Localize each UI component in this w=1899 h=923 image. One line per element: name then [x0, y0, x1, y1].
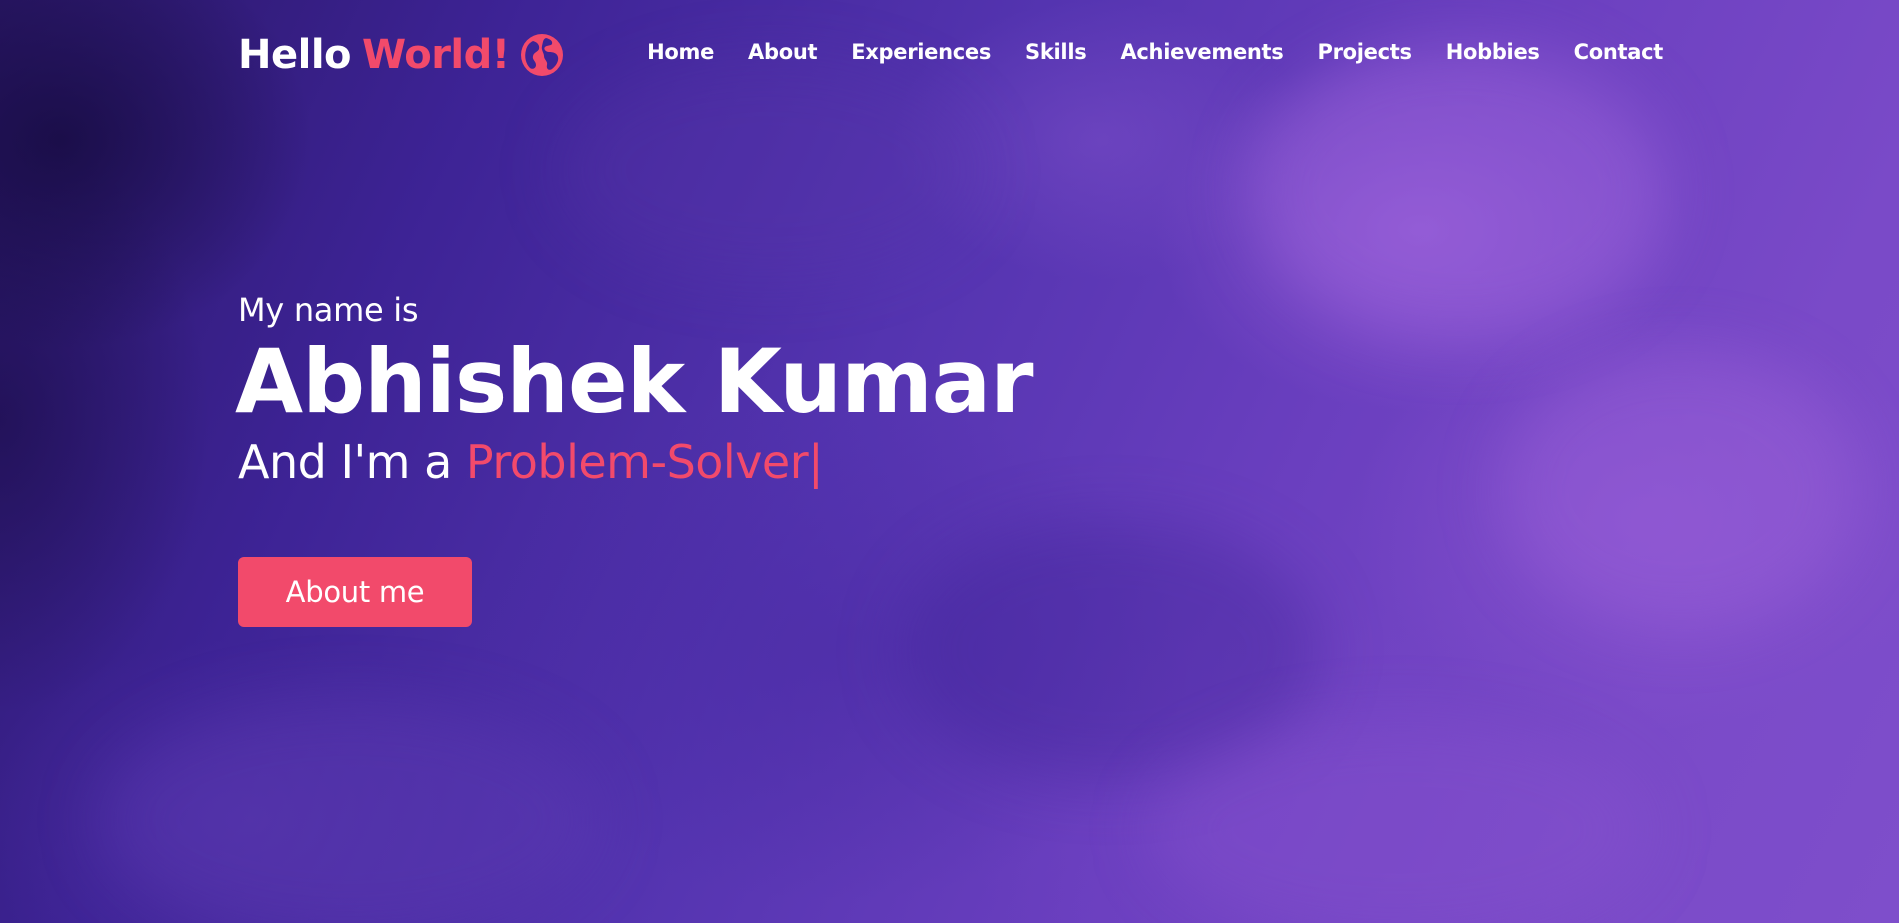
hero-intro: My name is: [238, 291, 419, 329]
logo-text-prefix: Hello: [238, 32, 352, 78]
navbar: Hello World! Home About Experiences Skil…: [0, 0, 1899, 112]
nav-item-home[interactable]: Home: [647, 40, 714, 64]
logo-text-accent: World!: [362, 32, 510, 78]
nav-item-projects[interactable]: Projects: [1317, 40, 1412, 64]
nav-item-contact[interactable]: Contact: [1574, 40, 1664, 64]
typing-cursor: |: [808, 435, 824, 489]
smoke-texture: [1500, 350, 1860, 630]
about-me-button[interactable]: About me: [238, 557, 472, 627]
nav-item-experiences[interactable]: Experiences: [851, 40, 991, 64]
nav-item-hobbies[interactable]: Hobbies: [1446, 40, 1540, 64]
smoke-texture: [900, 520, 1320, 780]
hero-name: Abhishek Kumar: [235, 330, 1034, 433]
smoke-texture: [100, 700, 600, 923]
hero-page: Hello World! Home About Experiences Skil…: [0, 0, 1899, 923]
hero-section: My name is Abhishek Kumar And I'm a Prob…: [235, 288, 1034, 492]
globe-icon: [520, 33, 564, 77]
nav-item-about[interactable]: About: [748, 40, 818, 64]
hero-role-prefix: And I'm a: [238, 435, 452, 489]
nav-item-achievements[interactable]: Achievements: [1120, 40, 1283, 64]
nav-menu: Home About Experiences Skills Achievemen…: [613, 40, 1663, 64]
hero-role-typed: Problem-Solver: [465, 435, 809, 489]
smoke-texture: [1150, 720, 1650, 923]
nav-item-skills[interactable]: Skills: [1025, 40, 1087, 64]
hero-role: And I'm a Problem-Solver|: [238, 432, 1033, 492]
site-logo[interactable]: Hello World!: [238, 30, 564, 80]
